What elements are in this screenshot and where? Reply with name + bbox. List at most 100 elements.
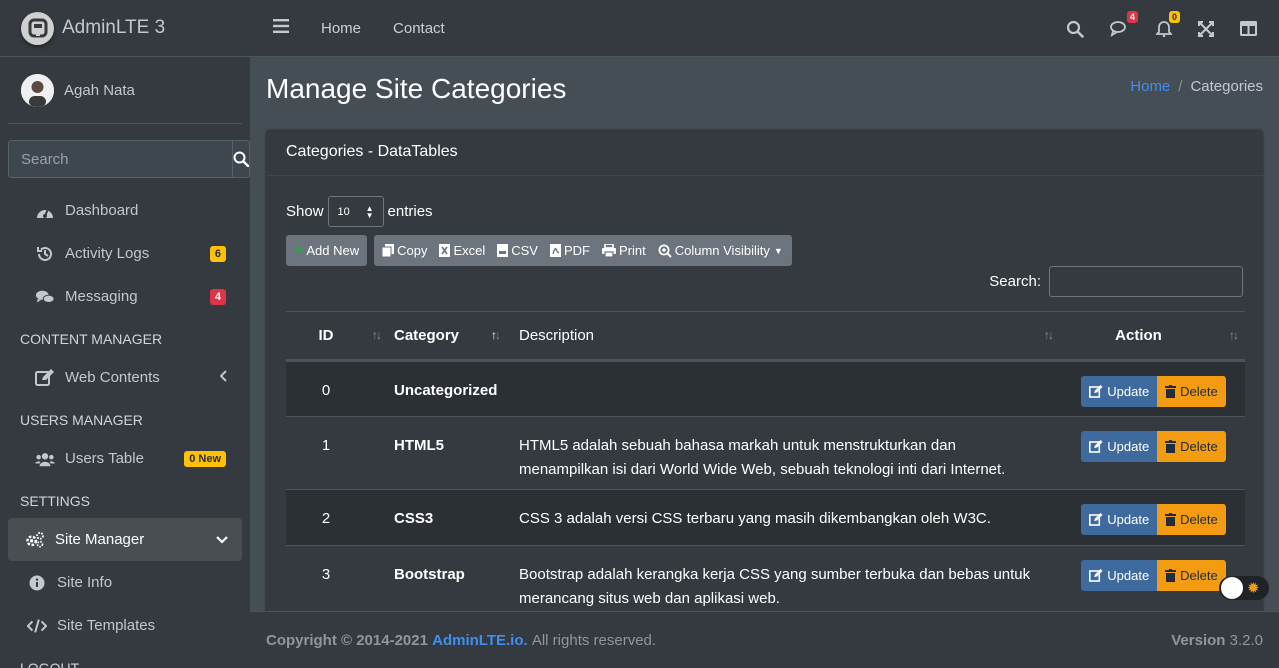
notifications-icon[interactable]: 0	[1156, 11, 1180, 37]
comments-icon	[35, 287, 55, 307]
sidebar-item-web-contents[interactable]: Web Contents	[8, 356, 242, 399]
cell-id: 1	[286, 416, 394, 490]
edit-icon	[35, 368, 55, 388]
update-button[interactable]: Update	[1081, 560, 1158, 591]
update-label: Update	[1107, 383, 1150, 399]
pdf-label: PDF	[563, 243, 590, 258]
column-visibility-button[interactable]: Column Visibility ▼	[650, 235, 792, 266]
search-icon	[233, 151, 249, 167]
delete-button[interactable]: Delete	[1157, 431, 1226, 462]
version-label: Version	[1171, 631, 1226, 649]
sidebar-search-input[interactable]	[8, 140, 232, 178]
column-action-label: Action	[1115, 327, 1162, 344]
search-plus-icon	[658, 244, 672, 258]
delete-button[interactable]: Delete	[1157, 376, 1226, 407]
add-new-button[interactable]: + Add New	[286, 235, 368, 266]
sidebar-search-button[interactable]	[232, 140, 250, 178]
column-header-description[interactable]: Description ↑↓	[519, 311, 1062, 362]
user-panel[interactable]: Agah Nata	[8, 57, 242, 124]
sidebar-item-site-info[interactable]: Site Info	[8, 561, 242, 604]
copy-button[interactable]: Copy	[374, 235, 431, 266]
navbar-search-icon[interactable]	[1066, 20, 1084, 38]
file-excel-icon	[439, 244, 451, 257]
delete-button[interactable]: Delete	[1157, 504, 1226, 535]
main-footer: Copyright © 2014-2021 AdminLTE.io. All r…	[250, 611, 1279, 668]
nav-link-contact[interactable]: Contact	[393, 20, 445, 37]
cell-description: HTML5 adalah sebuah bahasa markah untuk …	[519, 416, 1062, 490]
fullscreen-icon[interactable]	[1198, 20, 1214, 37]
sidebar-item-label: Messaging	[65, 288, 138, 305]
sidebar-search	[8, 140, 250, 178]
cell-description: CSS 3 adalah versi CSS terbaru yang masi…	[519, 489, 1062, 546]
sidebar-item-site-templates[interactable]: Site Templates	[8, 604, 242, 647]
activity-count-badge: 6	[209, 245, 226, 262]
sidebar-item-label: Web Contents	[65, 369, 160, 386]
sidebar-item-dashboard[interactable]: Dashboard	[8, 189, 242, 232]
trash-icon	[1165, 569, 1177, 582]
brand-logo-icon	[21, 11, 54, 45]
sidebar-item-label: Site Info	[57, 574, 113, 591]
sort-both-icon: ↑↓	[1044, 328, 1054, 342]
main-sidebar: AdminLTE 3 Agah Nata Dashboard Activity …	[0, 0, 250, 668]
menu-toggle-icon[interactable]	[273, 19, 289, 37]
delete-button[interactable]: Delete	[1157, 560, 1226, 591]
update-button[interactable]: Update	[1081, 431, 1158, 462]
cell-description: Bootstrap adalah kerangka kerja CSS yang…	[519, 545, 1062, 611]
brand-link[interactable]: AdminLTE 3	[0, 0, 250, 57]
nav-link-home[interactable]: Home	[321, 20, 361, 37]
tachometer-icon	[35, 201, 55, 221]
control-sidebar-icon[interactable]	[1240, 21, 1257, 36]
toggle-knob	[1221, 577, 1243, 599]
table-search-input[interactable]	[1049, 266, 1243, 297]
sidebar-item-site-manager[interactable]: Site Manager	[8, 518, 242, 561]
sidebar-item-label: Users Table	[65, 450, 144, 467]
add-new-label: Add New	[306, 243, 360, 258]
nav-header-content: CONTENT MANAGER	[20, 331, 163, 347]
csv-button[interactable]: CSV	[489, 235, 542, 266]
select-arrows-icon: ▲ ▼	[365, 204, 374, 220]
pdf-button[interactable]: PDF	[542, 235, 594, 266]
user-name[interactable]: Agah Nata	[64, 82, 135, 99]
table-header-row: ID ↑↓ Category ↑↓ Description ↑↓ Action ↑↓	[286, 311, 1245, 362]
page-length-select[interactable]: 10 ▲ ▼	[327, 196, 384, 227]
copy-icon	[382, 244, 395, 257]
print-button[interactable]: Print	[594, 235, 650, 266]
sidebar-item-label: Dashboard	[65, 202, 139, 219]
column-header-category[interactable]: Category ↑↓	[394, 311, 519, 362]
excel-label: Excel	[453, 243, 486, 258]
dark-mode-toggle[interactable]: ✹	[1219, 576, 1269, 600]
delete-label: Delete	[1180, 438, 1218, 454]
messages-icon[interactable]: 4	[1110, 11, 1138, 37]
history-icon	[35, 244, 55, 264]
column-header-id[interactable]: ID ↑↓	[286, 311, 394, 362]
column-header-action[interactable]: Action ↑↓	[1062, 311, 1245, 362]
column-id-label: ID	[318, 327, 334, 344]
users-icon	[35, 449, 55, 469]
messages-badge: 4	[1126, 11, 1138, 23]
trash-icon	[1165, 513, 1177, 526]
excel-button[interactable]: Excel	[431, 235, 489, 266]
trash-icon	[1165, 385, 1177, 398]
sidebar-item-messaging[interactable]: Messaging 4	[8, 275, 242, 318]
edit-icon	[1089, 569, 1103, 582]
update-button[interactable]: Update	[1081, 504, 1158, 535]
breadcrumb-home-link[interactable]: Home	[1130, 78, 1170, 95]
footer-link[interactable]: AdminLTE.io.	[432, 632, 528, 649]
cogs-icon	[25, 530, 45, 550]
delete-label: Delete	[1180, 383, 1218, 399]
column-description-label: Description	[519, 327, 595, 344]
edit-icon	[1089, 440, 1103, 453]
print-icon	[601, 244, 616, 257]
sidebar-item-users-table[interactable]: Users Table 0 New	[8, 437, 242, 480]
delete-label: Delete	[1180, 567, 1218, 583]
page-title: Manage Site Categories	[266, 73, 567, 104]
cell-category: Bootstrap	[394, 545, 519, 611]
chevron-down-icon	[216, 531, 228, 548]
nav-header-logout: LOGOUT	[20, 660, 80, 668]
breadcrumb-separator: /	[1178, 78, 1183, 95]
column-category-label: Category	[394, 327, 460, 344]
sidebar-item-activity-logs[interactable]: Activity Logs 6	[8, 232, 242, 275]
update-button[interactable]: Update	[1081, 376, 1158, 407]
edit-icon	[1089, 513, 1103, 526]
avatar	[21, 73, 54, 107]
